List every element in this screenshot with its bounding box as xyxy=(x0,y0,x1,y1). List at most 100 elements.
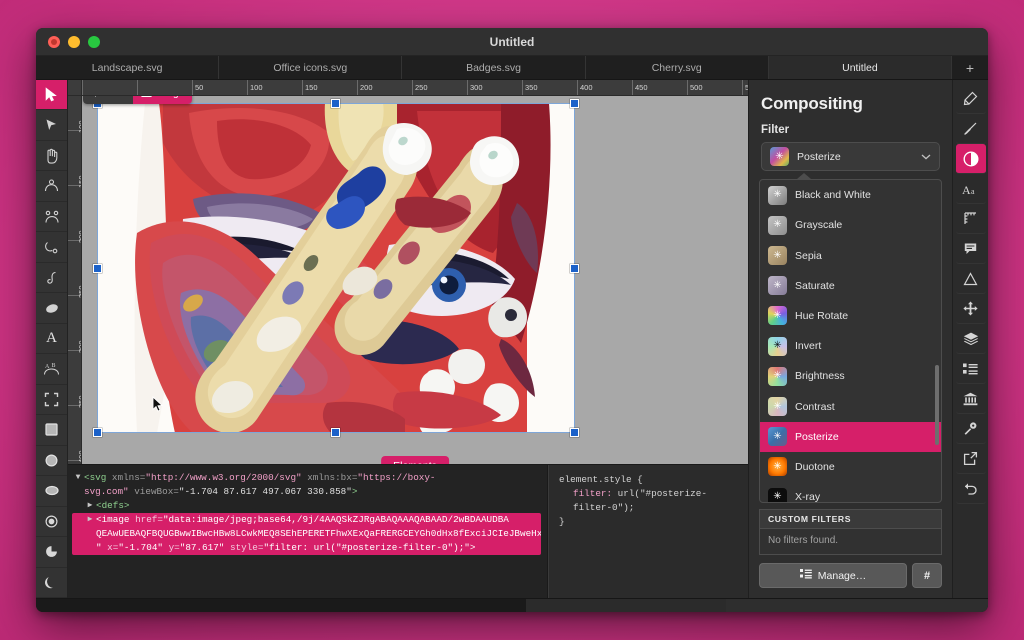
hand-pan-tool[interactable] xyxy=(36,141,67,171)
filter-swatch-icon: ✳ xyxy=(768,457,787,476)
ruler-icon[interactable] xyxy=(956,204,986,234)
design-canvas[interactable]: ✳ SVG Image xyxy=(82,96,748,464)
select-arrow-tool[interactable] xyxy=(36,80,67,110)
filter-id-button[interactable]: # xyxy=(912,563,942,588)
doc-tab-office-icons[interactable]: Office icons.svg xyxy=(219,56,402,79)
transform-move-icon[interactable] xyxy=(956,294,986,324)
disclosure-triangle-closed-icon[interactable]: ▶ xyxy=(84,513,96,527)
ruler-h-tick: 200 xyxy=(357,80,373,95)
filter-list-scrollbar[interactable] xyxy=(935,365,939,445)
filter-option-contrast[interactable]: ✳ Contrast xyxy=(760,391,941,421)
minimize-window-icon[interactable] xyxy=(68,36,80,48)
horizontal-ruler[interactable]: 50 100 150 200 250 300 350 400 450 500 5… xyxy=(82,80,748,96)
code-line[interactable]: " x="-1.704" y="87.617" style="filter: u… xyxy=(72,541,541,555)
code-line[interactable]: ▼ <svg xmlns="http://www.w3.org/2000/svg… xyxy=(72,471,541,485)
filter-option-x-ray[interactable]: ✳ X-ray xyxy=(760,482,941,503)
filter-option-invert[interactable]: ✳ Invert xyxy=(760,331,941,361)
disclosure-triangle-closed-icon[interactable]: ▶ xyxy=(84,499,96,513)
svg-markup-view[interactable]: ▼ <svg xmlns="http://www.w3.org/2000/svg… xyxy=(68,465,548,598)
filter-option-label: Invert xyxy=(795,340,821,352)
doc-tab-badges[interactable]: Badges.svg xyxy=(402,56,585,79)
text-on-path-tool[interactable]: AB xyxy=(36,354,67,384)
code-token: xmlns= xyxy=(112,472,145,483)
node-edit-tool[interactable] xyxy=(36,171,67,201)
ruler-h-tick: 50 xyxy=(192,80,203,95)
code-line[interactable]: ▶ <image href="data:image/jpeg;base64,/9… xyxy=(72,513,541,527)
filter-option-grayscale[interactable]: ✳ Grayscale xyxy=(760,210,941,240)
ellipse-tool[interactable] xyxy=(36,476,67,506)
pie-tool[interactable] xyxy=(36,537,67,567)
computed-style-view[interactable]: element.style { filter: url("#posterize-… xyxy=(548,465,748,598)
filter-option-hue-rotate[interactable]: ✳ Hue Rotate xyxy=(760,301,941,331)
undo-icon[interactable] xyxy=(956,474,986,504)
resize-handle-bottom-right[interactable] xyxy=(570,428,579,437)
image-mode-button[interactable]: Image xyxy=(133,96,192,104)
filter-option-sepia[interactable]: ✳ Sepia xyxy=(760,241,941,271)
curve-tool[interactable] xyxy=(36,232,67,262)
new-tab-button[interactable]: + xyxy=(952,56,988,79)
canvas-row: 100 150 200 250 300 350 400 ✳ SVG xyxy=(68,96,748,464)
circle-tool[interactable] xyxy=(36,446,67,476)
image-artboard[interactable] xyxy=(97,103,575,433)
chevron-down-icon[interactable] xyxy=(921,152,931,162)
code-line[interactable]: QEAwUEBAQFBQUGBwwIBwcHBw8LCwkMEQ8SEhEPER… xyxy=(72,527,541,541)
code-line[interactable]: svg.com" viewBox="-1.704 87.617 497.067 … xyxy=(72,485,541,499)
typography-icon[interactable]: Aa xyxy=(956,174,986,204)
filter-select-dropdown[interactable]: ✳ Posterize xyxy=(761,142,940,171)
comment-icon[interactable] xyxy=(956,234,986,264)
doc-tab-untitled[interactable]: Untitled xyxy=(769,56,952,79)
code-line[interactable]: ▶ <defs> xyxy=(72,499,541,513)
layers-icon[interactable] xyxy=(956,324,986,354)
crescent-moon-tool[interactable] xyxy=(36,568,67,598)
filter-option-label: Duotone xyxy=(795,461,835,473)
filter-option-brightness[interactable]: ✳ Brightness xyxy=(760,361,941,391)
donut-tool[interactable] xyxy=(36,507,67,537)
mouse-pointer-icon xyxy=(152,396,164,413)
blob-brush-tool[interactable] xyxy=(36,293,67,323)
manage-filters-button[interactable]: Manage… xyxy=(759,563,907,588)
geometry-icon[interactable] xyxy=(956,264,986,294)
style-value-line1[interactable]: url("#posterize- xyxy=(618,488,707,499)
paint-brush-icon[interactable] xyxy=(956,114,986,144)
resize-handle-middle-left[interactable] xyxy=(93,264,102,273)
vertical-ruler[interactable]: 100 150 200 250 300 350 400 xyxy=(68,96,82,464)
doc-tab-cherry[interactable]: Cherry.svg xyxy=(586,56,769,79)
style-value-line2[interactable]: filter-0"); xyxy=(559,501,738,515)
resize-handle-bottom-center[interactable] xyxy=(331,428,340,437)
svg-mode-button[interactable]: ✳ SVG xyxy=(83,96,133,104)
filter-option-duotone[interactable]: ✳ Duotone xyxy=(760,452,941,482)
elements-panel-tab[interactable]: Elements xyxy=(381,456,449,464)
filter-option-posterize[interactable]: ✳ Posterize xyxy=(760,422,941,452)
maximize-window-icon[interactable] xyxy=(88,36,100,48)
freehand-pen-tool[interactable] xyxy=(36,263,67,293)
export-icon[interactable] xyxy=(956,444,986,474)
list-properties-icon[interactable] xyxy=(956,354,986,384)
crop-frame-tool[interactable] xyxy=(36,385,67,415)
disclosure-triangle-open-icon[interactable]: ▼ xyxy=(72,471,84,485)
ruler-v-tick: 100 xyxy=(68,130,81,131)
plugins-icon[interactable] xyxy=(956,414,986,444)
doc-tab-landscape[interactable]: Landscape.svg xyxy=(36,56,219,79)
resize-handle-top-right[interactable] xyxy=(570,99,579,108)
resize-handle-bottom-left[interactable] xyxy=(93,428,102,437)
resize-handle-top-center[interactable] xyxy=(331,99,340,108)
resize-handle-middle-right[interactable] xyxy=(570,264,579,273)
rectangle-tool[interactable] xyxy=(36,415,67,445)
filter-option-black-and-white[interactable]: ✳ Black and White xyxy=(760,180,941,210)
compositing-contrast-icon[interactable] xyxy=(956,144,986,174)
custom-filters-actions: Manage… # xyxy=(759,563,942,588)
code-token: QEAwUEBAQFBQUGBwwIBwcHBw8LCwkMEQ8SEhEPER… xyxy=(96,528,541,539)
library-icon[interactable] xyxy=(956,384,986,414)
paint-roller-icon[interactable] xyxy=(956,84,986,114)
text-tool[interactable]: A xyxy=(36,324,67,354)
direct-select-tool[interactable] xyxy=(36,110,67,140)
style-property[interactable]: filter: xyxy=(573,488,612,499)
posterized-portrait-image xyxy=(97,103,575,433)
ruler-h-tick: 300 xyxy=(467,80,483,95)
list-icon xyxy=(800,569,812,582)
close-window-icon[interactable] xyxy=(48,36,60,48)
selected-code-node[interactable]: ▶ <image href="data:image/jpeg;base64,/9… xyxy=(72,513,541,555)
filter-option-saturate[interactable]: ✳ Saturate xyxy=(760,271,941,301)
filter-options-list[interactable]: ✳ Black and White ✳ Grayscale ✳ Sepia ✳ … xyxy=(759,179,942,503)
multi-node-tool[interactable] xyxy=(36,202,67,232)
